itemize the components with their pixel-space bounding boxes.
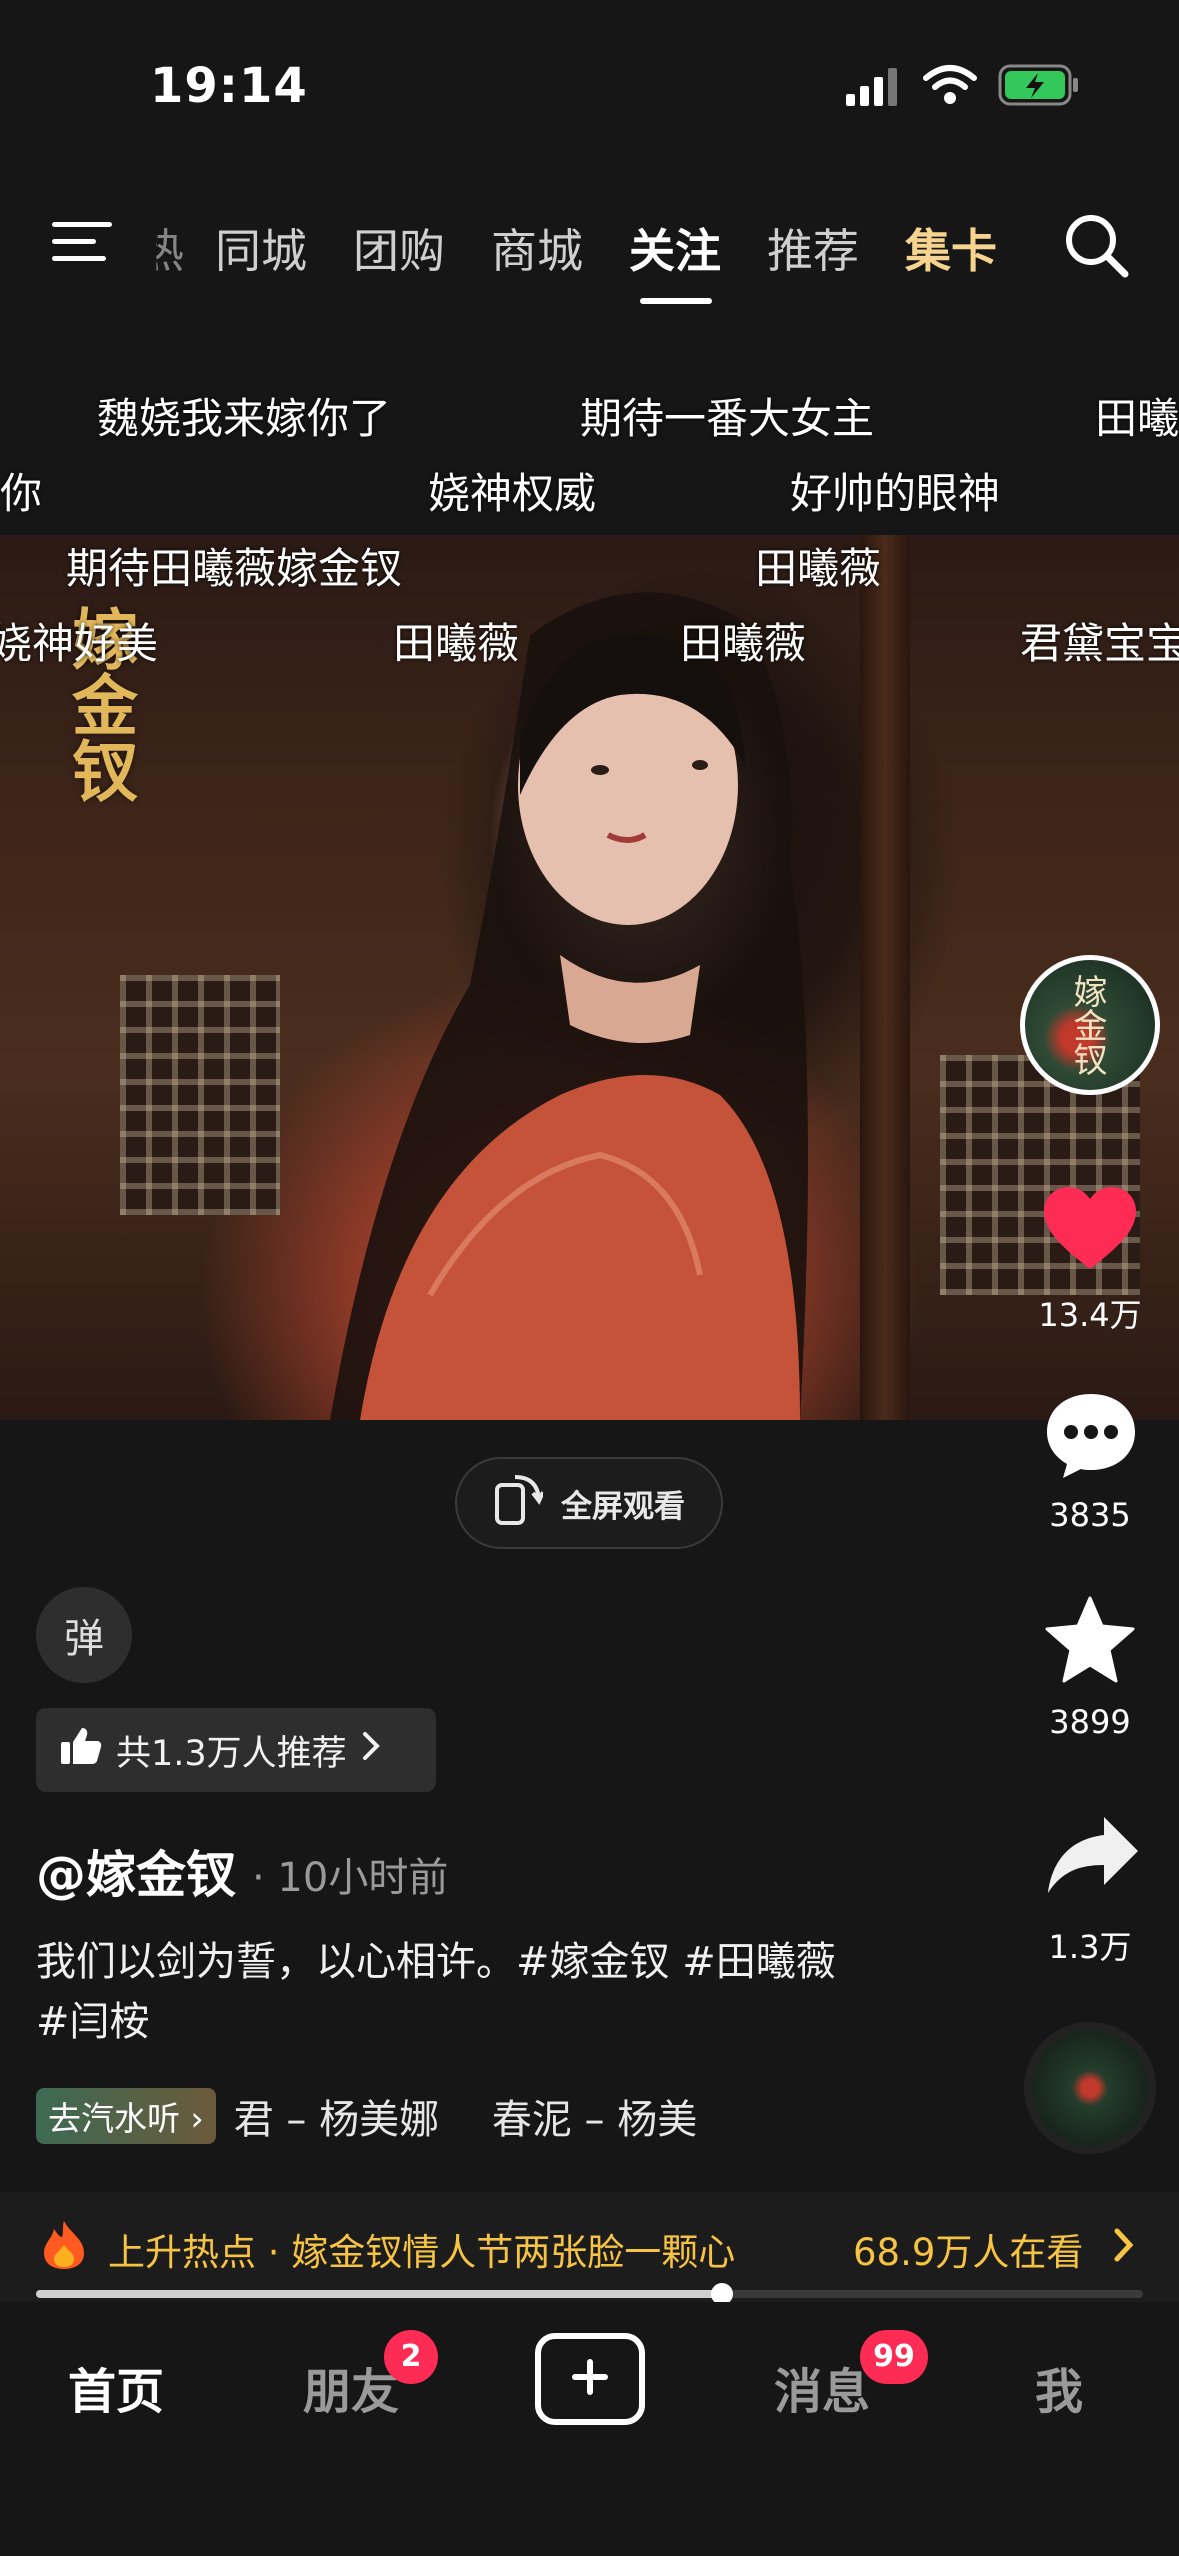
post-time: · 10小时前 (252, 1855, 449, 1901)
status-time: 19:14 (150, 58, 308, 114)
music-track-marquee: 君 – 杨美娜 春泥 – 杨美 (233, 2097, 698, 2143)
danmaku-comment: 你 (0, 469, 43, 518)
menu-icon[interactable] (52, 218, 112, 270)
author-name[interactable]: @嫁金钗 (36, 1835, 236, 1907)
thumbs-up-icon (60, 1726, 102, 1775)
danmaku-comment: 娆神权威 (428, 469, 597, 518)
qishui-listen-label: 去汽水听 (48, 2099, 180, 2138)
comment-icon[interactable] (1043, 1390, 1139, 1484)
share-count: 1.3万 (1048, 1928, 1132, 1966)
create-post-button[interactable] (535, 2333, 645, 2425)
video-progress-fill (36, 2290, 723, 2298)
tab-group-buy[interactable]: 团购 (353, 215, 445, 281)
danmaku-comment: 魏娆我来嫁你了 (97, 394, 392, 443)
tab-following[interactable]: 关注 (629, 215, 721, 281)
recommend-button[interactable]: 共1.3万人推荐 (36, 1708, 436, 1792)
tab-collect-cards[interactable]: 集卡 (905, 215, 997, 281)
battery-icon (998, 64, 1080, 110)
recommend-count-label: 共1.3万人推荐 (116, 1733, 347, 1774)
music-disc-icon[interactable] (1024, 2022, 1156, 2154)
fullscreen-label: 全屏观看 (561, 1488, 685, 1525)
danmaku-comment: 好帅的眼神 (790, 469, 1001, 518)
share-arrow-icon[interactable] (1046, 1815, 1140, 1899)
tab-mall[interactable]: 商城 (491, 215, 583, 281)
danmaku-comment: 田曦薇 (393, 619, 520, 668)
favorite-star-icon[interactable] (1043, 1595, 1137, 1689)
danmaku-toggle-label: 弹 (64, 1616, 104, 1662)
actress-figure (0, 535, 1179, 1420)
hot-topic-viewers: 68.9万人在看 (853, 2231, 1084, 2274)
video-player[interactable]: 嫁金钗 (0, 535, 1179, 1420)
danmaku-comment: 田曦 (1095, 394, 1179, 443)
danmaku-comment: 田曦薇 (755, 544, 882, 593)
bottom-tab-messages[interactable]: 消息 (774, 2352, 870, 2422)
active-tab-indicator (640, 298, 712, 304)
danmaku-comment: 田曦薇 (680, 619, 807, 668)
fullscreen-button[interactable]: 全屏观看 (455, 1457, 723, 1549)
wifi-icon (922, 64, 978, 110)
chevron-right-icon (361, 1730, 381, 1770)
tab-recommend[interactable]: 推荐 (767, 215, 859, 281)
messages-badge: 99 (860, 2330, 928, 2384)
like-count: 13.4万 (1038, 1296, 1142, 1334)
comment-count: 3835 (1049, 1496, 1131, 1534)
danmaku-toggle-button[interactable]: 弹 (36, 1587, 132, 1683)
bottom-tab-home[interactable]: 首页 (68, 2352, 164, 2422)
qishui-listen-badge[interactable]: 去汽水听 › (36, 2088, 216, 2144)
post-caption[interactable]: 我们以剑为誓，以心相许。#嫁金钗 #田曦薇 #闫桉 (36, 1932, 866, 2052)
danmaku-comment: 期待一番大女主 (580, 394, 875, 443)
friends-badge: 2 (384, 2330, 438, 2384)
tab-local[interactable]: 同城 (215, 215, 307, 281)
flame-icon (40, 2219, 88, 2275)
rotate-screen-icon (493, 1473, 545, 1533)
tab-partial[interactable]: 热 (156, 215, 184, 281)
bottom-tab-me[interactable]: 我 (1035, 2352, 1083, 2422)
hot-topic-title[interactable]: 上升热点 · 嫁金钗情人节两张脸一颗心 (108, 2222, 735, 2276)
danmaku-comment: 君黛宝宝 (1020, 619, 1179, 668)
like-heart-icon[interactable] (1042, 1185, 1138, 1275)
signal-icon (846, 66, 902, 110)
favorite-count: 3899 (1049, 1703, 1131, 1741)
search-icon[interactable] (1063, 212, 1129, 282)
chevron-right-icon[interactable] (1113, 2228, 1135, 2266)
danmaku-comment: 期待田曦薇嫁金钗 (66, 544, 403, 593)
plus-icon (568, 2355, 612, 2403)
music-row[interactable]: 去汽水听 › 君 – 杨美娜 春泥 – 杨美 (36, 2086, 754, 2146)
author-avatar[interactable]: 嫁金钗 (1020, 955, 1160, 1095)
avatar-logo-text: 嫁金钗 (1067, 974, 1107, 1076)
danmaku-comment: 娆神好美 (0, 619, 159, 668)
